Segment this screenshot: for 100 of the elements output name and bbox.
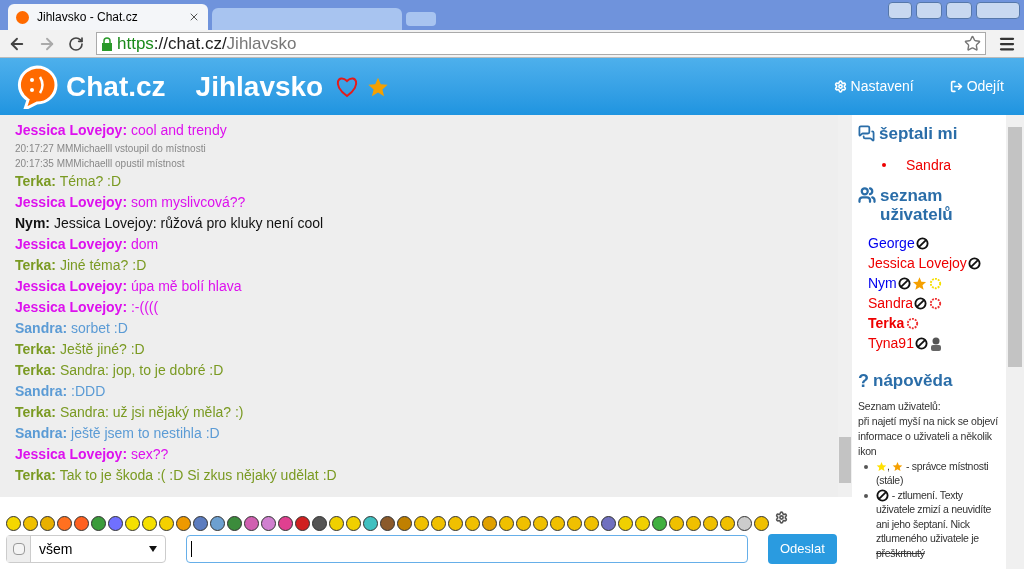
smiley-icon[interactable] xyxy=(57,515,72,531)
smiley-icon[interactable] xyxy=(346,515,361,531)
smiley-icon[interactable] xyxy=(448,515,463,531)
chat-message: Sandra: ještě jsem to nestihla :D xyxy=(15,424,221,443)
smiley-icon[interactable] xyxy=(40,515,55,531)
muted-icon xyxy=(914,337,928,350)
chat-logo-icon xyxy=(16,64,58,109)
reload-icon[interactable] xyxy=(68,35,84,52)
help-icon: ? xyxy=(858,367,869,395)
smiley-icon[interactable] xyxy=(159,515,174,531)
browser-tab[interactable]: Jihlavsko - Chat.cz xyxy=(8,4,208,30)
exit-icon xyxy=(949,80,963,93)
user-name[interactable]: Nym xyxy=(868,273,897,294)
tab-title: Jihlavsko - Chat.cz xyxy=(37,9,139,25)
smiley-icon[interactable] xyxy=(618,515,633,531)
user-name[interactable]: Terka xyxy=(868,313,905,334)
chat-message: Jessica Lovejoy: úpa mě bolí hlava xyxy=(15,277,243,296)
user-name[interactable]: George xyxy=(868,233,915,254)
muted-icon xyxy=(967,257,981,270)
smiley-icon[interactable] xyxy=(669,515,684,531)
bullet-icon xyxy=(864,493,868,498)
user-name[interactable]: Jessica Lovejoy xyxy=(868,253,967,274)
section-title: šeptali mi xyxy=(879,123,958,145)
smiley-icon[interactable] xyxy=(261,515,276,531)
chat-message: Jessica Lovejoy: som myslivcová?? xyxy=(15,193,247,212)
smiley-icon[interactable] xyxy=(482,515,497,531)
person-icon xyxy=(928,336,943,351)
url-field[interactable]: https://chat.cz/Jihlavsko xyxy=(96,32,986,55)
sun-icon xyxy=(928,296,944,311)
exit-link[interactable]: Odejít xyxy=(949,76,1004,97)
smiley-icon[interactable] xyxy=(414,515,429,531)
sun-icon xyxy=(905,316,921,331)
settings-icon xyxy=(833,80,847,93)
maximize-button[interactable] xyxy=(946,2,972,19)
star-icon xyxy=(892,461,904,473)
smiley-icon[interactable] xyxy=(499,515,514,531)
smiley-icon[interactable] xyxy=(397,515,412,531)
smiley-icon[interactable] xyxy=(23,515,38,531)
profile-button[interactable] xyxy=(888,2,912,19)
star-icon xyxy=(876,461,887,473)
smiley-icon[interactable] xyxy=(601,515,616,531)
smiley-icon[interactable] xyxy=(686,515,701,531)
help-item: , - správce místnosti (stále) xyxy=(876,458,990,488)
chat-message: Jessica Lovejoy: sex?? xyxy=(15,445,170,464)
smiley-icon[interactable] xyxy=(244,515,259,531)
smiley-icon[interactable] xyxy=(74,515,89,531)
private-checkbox[interactable] xyxy=(12,543,25,555)
minimize-button[interactable] xyxy=(916,2,942,19)
send-button[interactable]: Odeslat xyxy=(768,534,837,564)
smiley-icon[interactable] xyxy=(142,515,157,531)
site-logo-text[interactable]: Chat.cz xyxy=(66,65,166,108)
smiley-icon[interactable] xyxy=(108,515,123,531)
star-icon xyxy=(911,276,927,291)
muted-icon xyxy=(876,489,889,503)
smiley-icon[interactable] xyxy=(6,515,21,531)
smiley-icon[interactable] xyxy=(431,515,446,531)
bullet-icon xyxy=(882,163,886,167)
smiley-icon[interactable] xyxy=(227,515,242,531)
smiley-icon[interactable] xyxy=(720,515,735,531)
smiley-icon[interactable] xyxy=(380,515,395,531)
muted-icon xyxy=(915,237,929,250)
settings-icon[interactable] xyxy=(775,510,788,524)
room-title: Jihlavsko xyxy=(195,69,324,104)
smiley-icon[interactable] xyxy=(329,515,344,531)
whisper-user[interactable]: Sandra xyxy=(906,154,952,176)
smiley-icon[interactable] xyxy=(125,515,140,531)
lock-icon xyxy=(101,36,113,51)
smiley-icon[interactable] xyxy=(737,515,752,531)
smiley-icon[interactable] xyxy=(584,515,599,531)
smiley-icon[interactable] xyxy=(193,515,208,531)
close-icon[interactable] xyxy=(188,11,200,23)
recipient-select[interactable]: všem xyxy=(6,535,166,563)
close-button[interactable] xyxy=(976,2,1020,19)
message-input[interactable] xyxy=(186,535,748,563)
smiley-icon[interactable] xyxy=(567,515,582,531)
smiley-icon[interactable] xyxy=(635,515,650,531)
smiley-icon[interactable] xyxy=(754,515,769,531)
smiley-icon[interactable] xyxy=(312,515,327,531)
smiley-icon[interactable] xyxy=(516,515,531,531)
chat-message: Sandra: sorbet :D xyxy=(15,319,129,338)
muted-icon xyxy=(914,297,928,310)
smiley-icon[interactable] xyxy=(91,515,106,531)
users-icon xyxy=(858,185,876,204)
smiley-icon[interactable] xyxy=(703,515,718,531)
smiley-icon[interactable] xyxy=(465,515,480,531)
smiley-icon[interactable] xyxy=(363,515,378,531)
smiley-icon[interactable] xyxy=(533,515,548,531)
smiley-icon[interactable] xyxy=(652,515,667,531)
smiley-icon[interactable] xyxy=(550,515,565,531)
smiley-icon[interactable] xyxy=(278,515,293,531)
chat-message: Terka: Jiné téma? :D xyxy=(15,256,148,275)
chat-message: Terka: Téma? :D xyxy=(15,172,123,191)
bookmark-star-icon[interactable] xyxy=(964,35,981,52)
system-message: 20:17:35 MMMichaelll opustil místnost xyxy=(15,157,186,171)
settings-link[interactable]: Nastavení xyxy=(833,76,914,97)
smiley-icon[interactable] xyxy=(176,515,191,531)
user-name[interactable]: Sandra xyxy=(868,293,914,314)
smiley-icon[interactable] xyxy=(210,515,225,531)
smiley-icon[interactable] xyxy=(295,515,310,531)
user-name[interactable]: Tyna91 xyxy=(868,333,914,354)
